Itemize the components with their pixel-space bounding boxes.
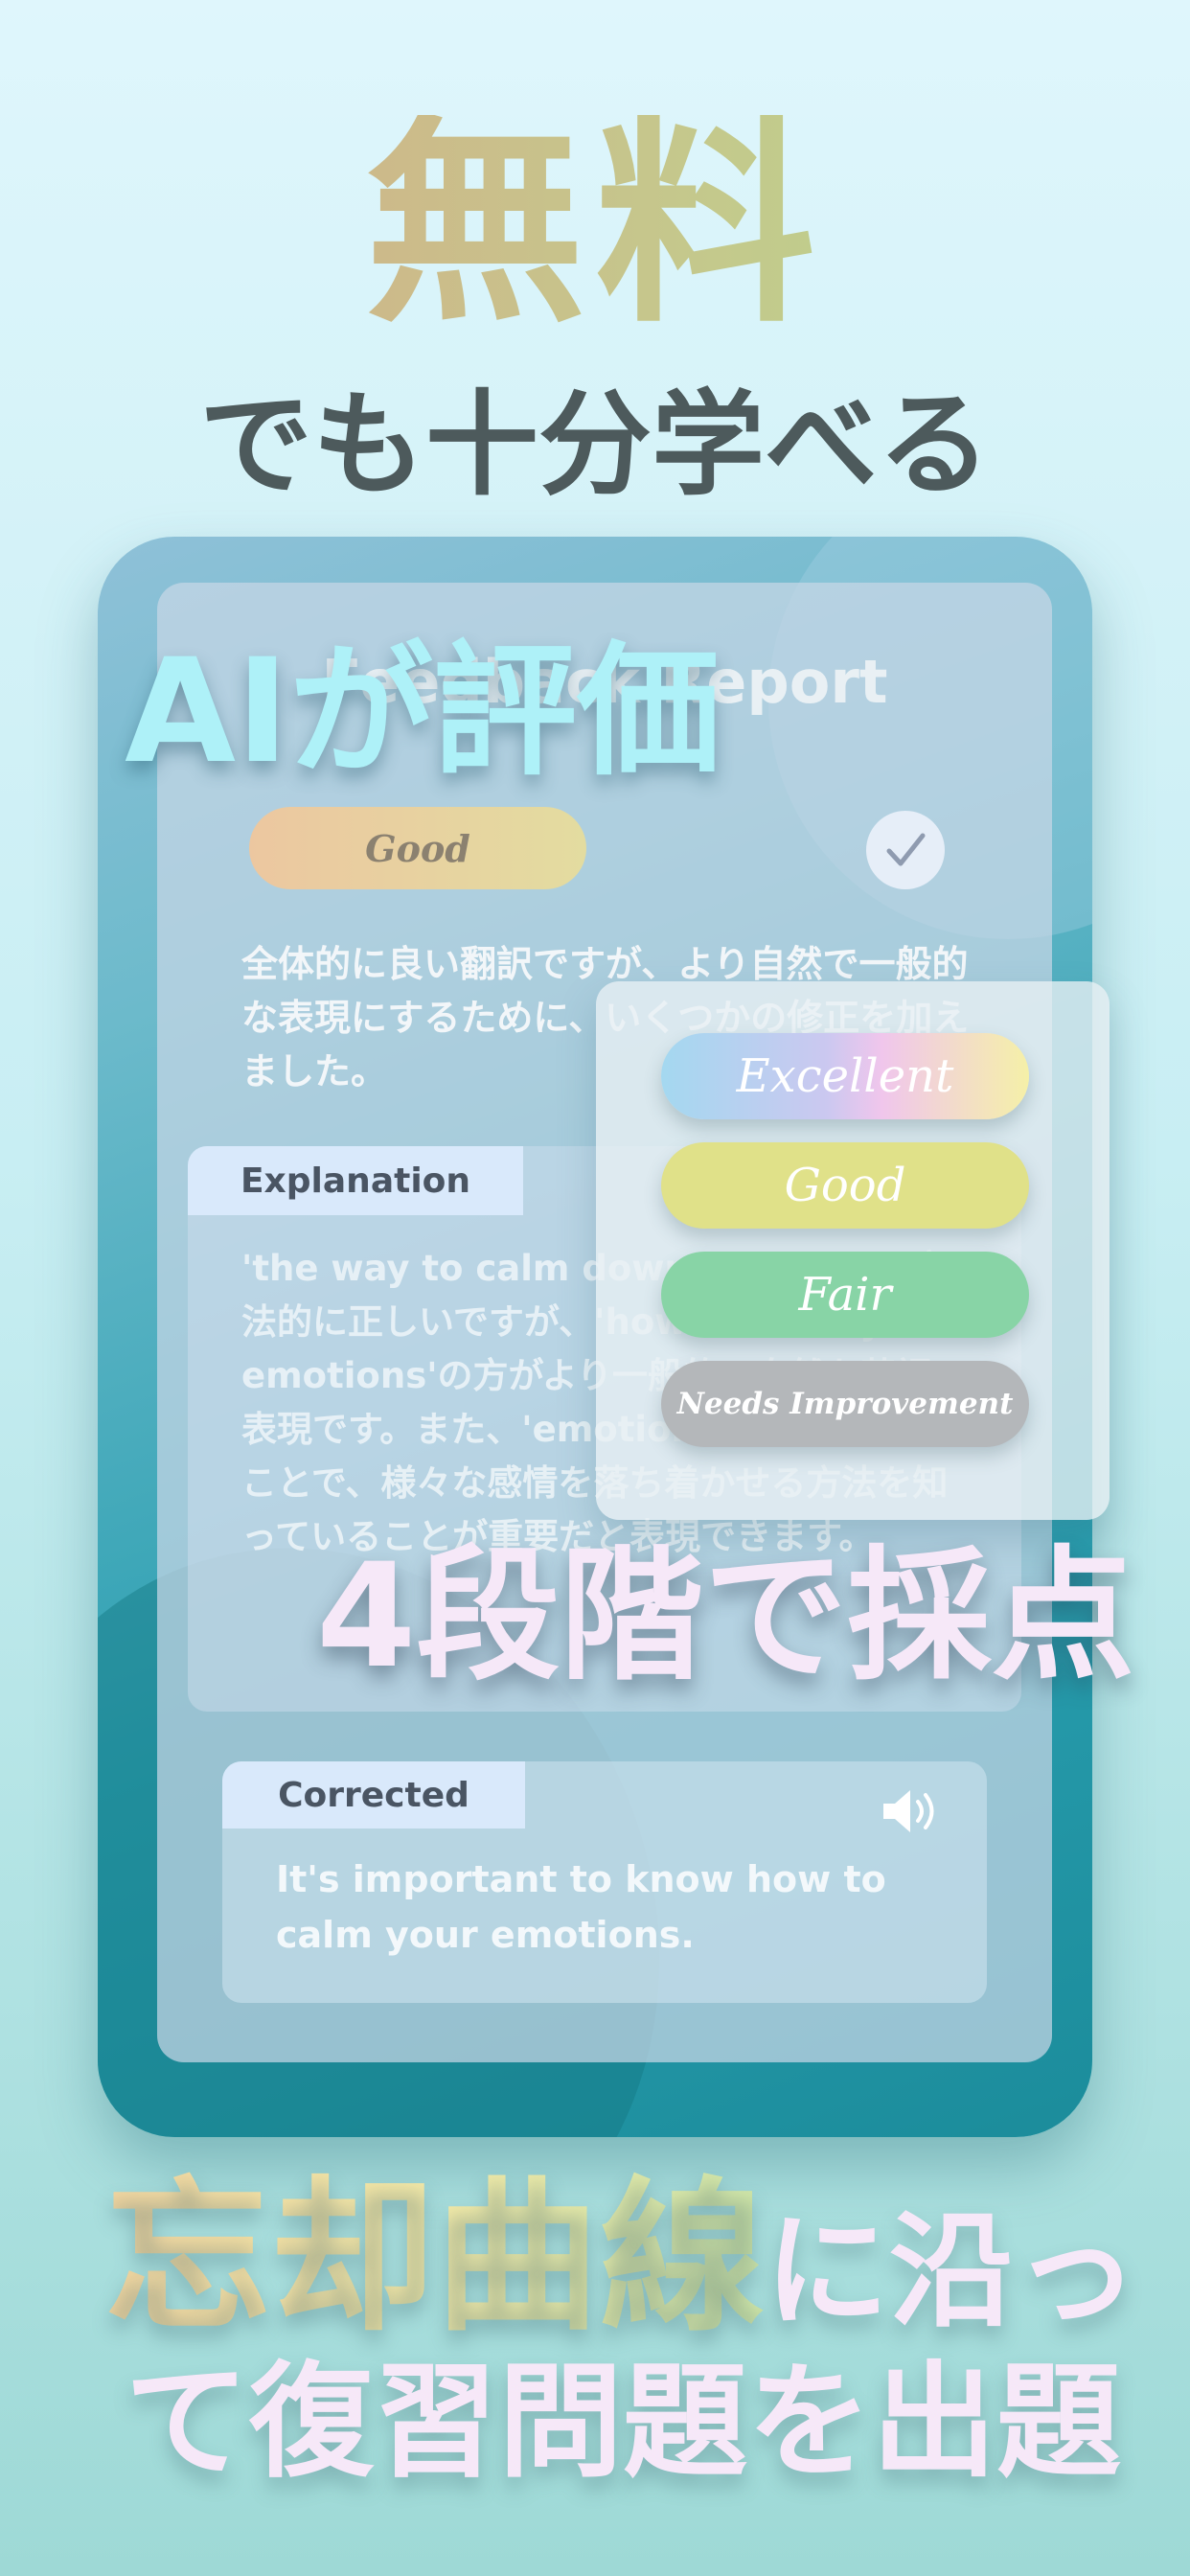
headline-subtitle: でも十分学べる [198, 379, 991, 511]
bottom-caption-highlight: 忘却曲線 [105, 2161, 765, 2354]
rating-option-needs-improvement[interactable]: Needs Improvement [661, 1361, 1029, 1447]
bottom-caption-line2: て復習問題を出題 [125, 2349, 1122, 2495]
rating-option-fair[interactable]: Fair [661, 1252, 1029, 1338]
check-icon[interactable] [866, 811, 945, 889]
corrected-tab: Corrected [222, 1761, 525, 1828]
corrected-text: It's important to know how to calm your … [276, 1858, 886, 1956]
rating-badge: Good [249, 807, 586, 889]
headline-free: 無料 [0, 115, 1190, 335]
bottom-caption-rest: に沿っ [765, 2198, 1139, 2344]
check-icon-glyph [886, 833, 926, 866]
rating-option-excellent[interactable]: Excellent [661, 1033, 1029, 1119]
explanation-tab: Explanation [188, 1146, 523, 1215]
bottom-caption-line1: 忘却曲線に沿っ [105, 2175, 1138, 2340]
speaker-icon[interactable] [880, 1784, 949, 1838]
overlay-ai-eval: AIが評価 [125, 629, 721, 795]
rating-option-good[interactable]: Good [661, 1142, 1029, 1229]
overlay-four-stage: 4段階で採点 [316, 1533, 1135, 1700]
speaker-icon-glyph [883, 1790, 934, 1832]
